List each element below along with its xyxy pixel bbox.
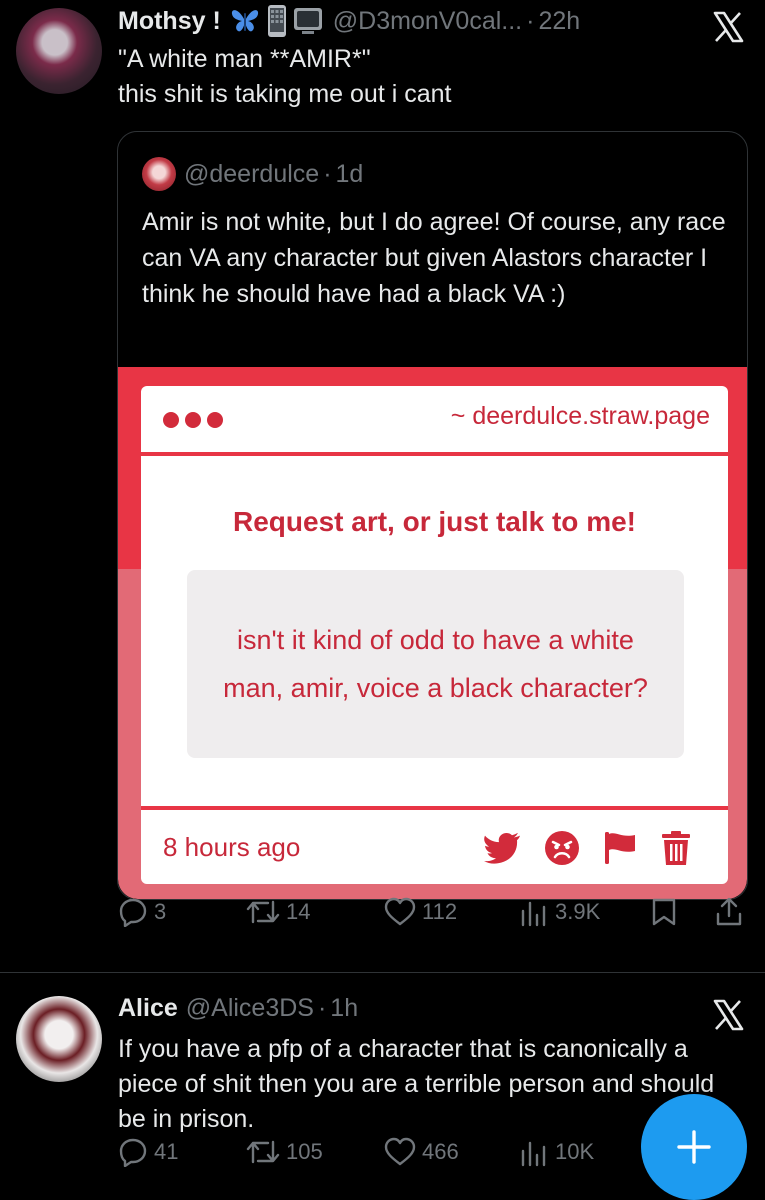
card-footer: 8 hours ago: [141, 806, 728, 884]
view-count: 3.9K: [555, 899, 601, 924]
reply-icon: [119, 1138, 147, 1167]
card-title: Request art, or just talk to me!: [233, 506, 636, 537]
like-count: 112: [422, 899, 458, 924]
quoted-tweet[interactable]: @deerdulce · 1d Amir is not white, but I…: [117, 131, 748, 900]
views-icon: [521, 1141, 546, 1167]
tweet-text: "A white man **AMIR*" this shit is takin…: [118, 42, 738, 112]
angry-face-icon: [545, 831, 579, 865]
quote-text: Amir is not white, but I do agree! Of co…: [142, 208, 726, 308]
flag-icon: [605, 832, 635, 864]
share-button[interactable]: [714, 897, 744, 927]
plus-icon: [677, 1130, 711, 1164]
handle[interactable]: @Alice3DS: [186, 994, 314, 1023]
timestamp[interactable]: 1h: [330, 994, 358, 1023]
reply-count: 41: [154, 1139, 179, 1164]
compose-button[interactable]: [641, 1094, 747, 1200]
reply-button[interactable]: 41: [118, 1137, 178, 1167]
reply-button[interactable]: 3: [118, 897, 166, 927]
display-name[interactable]: Alice: [118, 994, 178, 1023]
quote-avatar[interactable]: [142, 157, 176, 191]
card-url: ~ deerdulce.straw.page: [450, 402, 710, 430]
like-button[interactable]: 466: [384, 1137, 459, 1167]
retweet-button[interactable]: 105: [246, 1138, 323, 1166]
tweet-header: Mothsy ! @D3monV0cal... · 22h: [118, 4, 580, 38]
heart-icon: [384, 897, 416, 926]
quote-header: @deerdulce · 1d: [142, 157, 363, 191]
phone-icon: [267, 5, 286, 37]
retweet-icon: [246, 900, 280, 924]
x-logo-icon[interactable]: [711, 998, 745, 1032]
reply-count: 3: [154, 899, 167, 924]
avatar[interactable]: [16, 8, 102, 94]
tweet-text-line: this shit is taking me out i cant: [118, 80, 452, 108]
card-time-ago: 8 hours ago: [163, 832, 301, 862]
avatar[interactable]: [16, 996, 102, 1082]
name-emojis: [229, 4, 323, 38]
separator-dot: ·: [317, 994, 327, 1022]
bookmark-button[interactable]: [651, 897, 677, 927]
card-message: isn't it kind of odd to have a white man…: [223, 625, 648, 703]
card-footer-icons: [484, 830, 692, 866]
like-count: 466: [422, 1139, 459, 1164]
card-titlebar: ~ deerdulce.straw.page: [141, 386, 728, 456]
butterfly-icon: [231, 10, 258, 32]
quote-timestamp[interactable]: 1d: [336, 160, 364, 189]
tv-icon: [293, 8, 322, 34]
views-button[interactable]: 3.9K: [519, 897, 600, 927]
reply-icon: [119, 898, 147, 927]
tweet-text-line: "A white man **AMIR*": [118, 45, 371, 73]
views-icon: [521, 901, 546, 927]
bird-icon: [484, 832, 520, 864]
timestamp[interactable]: 22h: [538, 7, 580, 36]
separator-dot: ·: [526, 6, 535, 35]
views-button[interactable]: 10K: [519, 1137, 594, 1167]
handle[interactable]: @D3monV0cal...: [333, 7, 522, 36]
retweet-count: 14: [286, 899, 311, 924]
like-button[interactable]: 112: [384, 897, 457, 927]
bookmark-icon: [652, 898, 676, 926]
tweet-mothsy[interactable]: Mothsy ! @D3monV0cal... · 22h "A white m…: [0, 0, 765, 972]
separator-dot: ·: [323, 159, 332, 188]
retweet-button[interactable]: 14: [246, 898, 310, 926]
attached-image[interactable]: ~ deerdulce.straw.page Request art, or j…: [118, 367, 747, 899]
quote-handle[interactable]: @deerdulce: [184, 160, 319, 189]
x-logo-icon[interactable]: [711, 10, 745, 44]
share-icon: [716, 897, 742, 926]
card-message-box: isn't it kind of odd to have a white man…: [187, 570, 684, 758]
trash-icon: [662, 831, 690, 865]
window-dots-icon: [163, 412, 223, 428]
tweet-header: Alice @Alice3DS · 1h: [118, 994, 358, 1023]
retweet-count: 105: [286, 1139, 323, 1164]
retweet-icon: [246, 1140, 280, 1164]
display-name[interactable]: Mothsy !: [118, 7, 221, 36]
heart-icon: [384, 1137, 416, 1166]
view-count: 10K: [555, 1139, 595, 1164]
straw-page-card: ~ deerdulce.straw.page Request art, or j…: [141, 386, 728, 884]
